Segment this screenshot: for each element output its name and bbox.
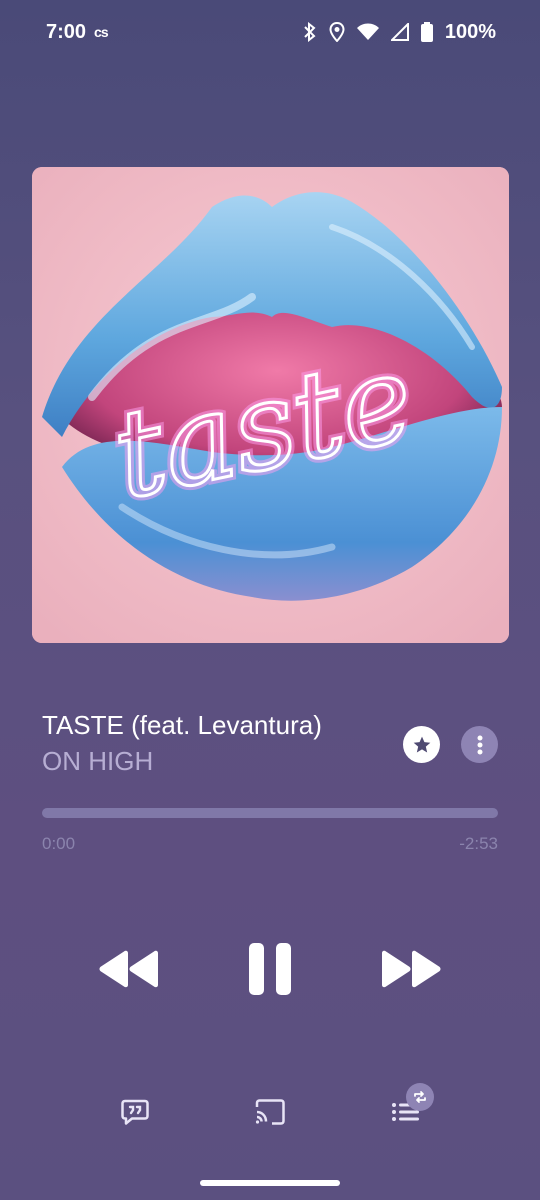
pause-icon [249,943,291,995]
time-elapsed: 0:00 [42,834,76,853]
forward-icon [382,950,441,988]
lyrics-icon [121,1099,149,1125]
pause-button[interactable] [244,940,296,998]
location-icon [329,22,345,42]
battery-level: 100% [444,20,496,43]
repeat-badge [406,1083,434,1111]
cast-button[interactable] [250,1092,290,1132]
song-title: TASTE (feat. Levantura) [42,710,322,740]
status-left: 7:00 cs [46,20,109,44]
star-icon [413,736,430,752]
rewind-button[interactable] [96,946,162,992]
home-indicator[interactable] [200,1180,340,1186]
more-options-button[interactable] [461,726,498,763]
time-remaining: -2:53 [459,834,498,853]
wifi-icon [356,23,379,40]
album-artwork[interactable]: taste taste [32,167,509,643]
carrier-icon: cs [94,24,109,40]
lyrics-button[interactable] [115,1092,155,1132]
bluetooth-icon [304,22,316,42]
forward-button[interactable] [378,946,444,992]
cast-icon [255,1099,285,1125]
rewind-icon [99,950,158,988]
progress-bar[interactable] [42,808,498,818]
repeat-icon [414,1091,426,1103]
battery-icon [420,22,433,42]
favorite-button[interactable] [403,726,440,763]
status-right: 100% [303,21,496,44]
more-vertical-icon [477,735,482,754]
clock: 7:00 [46,20,87,43]
cellular-icon [390,23,409,41]
album-artwork-image: taste taste [32,167,509,643]
status-bar: 7:00 cs 100% [0,0,540,64]
artist-name[interactable]: ON HIGH [42,746,153,777]
